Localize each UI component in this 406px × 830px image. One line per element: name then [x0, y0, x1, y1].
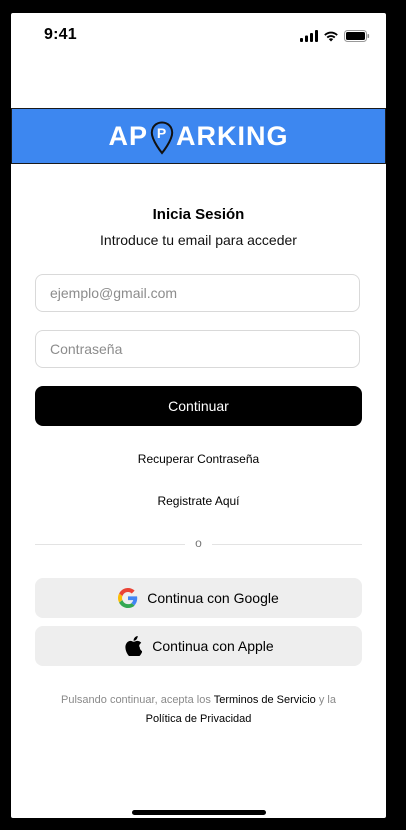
location-pin-icon: P	[150, 121, 174, 155]
google-button-label: Continua con Google	[147, 590, 279, 606]
terms-text-part1: Pulsando continuar, acepta los	[61, 694, 214, 706]
recover-password-link[interactable]: Recuperar Contraseña	[11, 452, 386, 466]
terms-text-part2: y la	[315, 694, 336, 706]
google-signin-button[interactable]: Continua con Google	[35, 578, 362, 618]
brand-banner: AP P ARKING	[11, 108, 386, 164]
email-input[interactable]	[35, 274, 360, 312]
apple-icon	[123, 636, 143, 656]
privacy-policy-link[interactable]: Política de Privacidad	[146, 713, 252, 725]
divider-text: o	[195, 536, 202, 550]
apple-button-label: Continua con Apple	[152, 638, 274, 654]
login-title: Inicia Sesión	[152, 206, 245, 223]
password-input[interactable]	[35, 330, 360, 368]
continue-button[interactable]: Continuar	[35, 386, 362, 426]
or-divider: o	[35, 536, 362, 552]
wifi-icon	[323, 29, 339, 47]
logo-prefix: AP	[108, 120, 148, 151]
status-icons	[300, 29, 370, 47]
google-icon	[118, 588, 138, 608]
login-subtitle: Introduce tu email para acceder	[100, 232, 297, 248]
apple-signin-button[interactable]: Continua con Apple	[35, 626, 362, 666]
signal-icon	[300, 29, 318, 47]
register-link[interactable]: Registrate Aquí	[11, 494, 386, 508]
terms-of-service-link[interactable]: Terminos de Servicio	[214, 694, 316, 706]
divider-line-right	[212, 544, 362, 545]
battery-icon	[344, 29, 370, 47]
terms-notice: Pulsando continuar, acepta los Terminos …	[31, 691, 366, 729]
status-bar: 9:41	[11, 13, 386, 59]
phone-screen: 9:41 AP P ARKING Inicia Sesión Introduce…	[11, 13, 386, 818]
logo-pin-letter: P	[157, 125, 167, 141]
logo-suffix: ARKING	[176, 120, 289, 151]
app-logo: AP P ARKING	[108, 119, 289, 155]
home-indicator[interactable]	[132, 810, 266, 815]
status-time: 9:41	[44, 26, 77, 43]
